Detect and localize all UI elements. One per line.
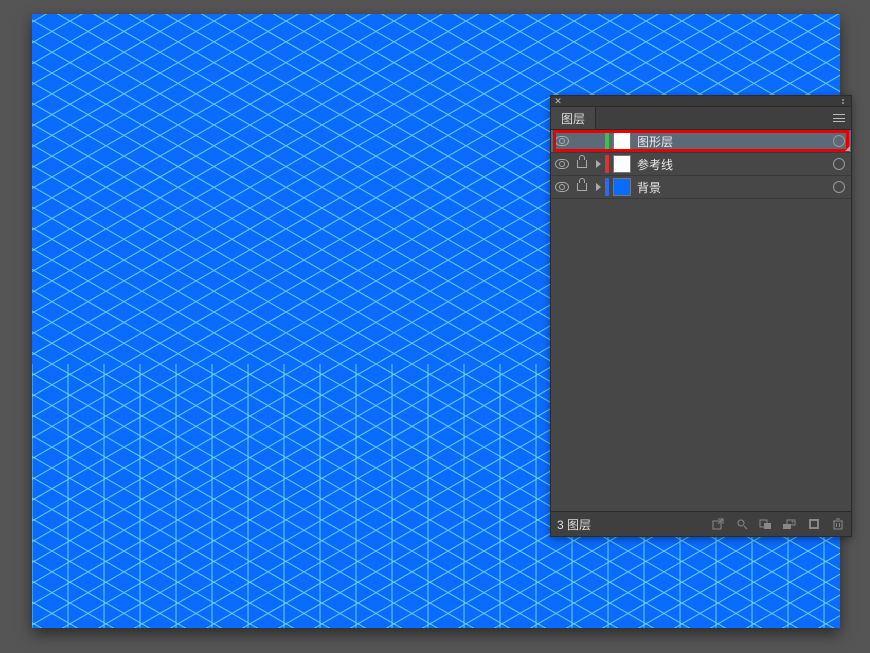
target-icon[interactable] [833, 135, 845, 147]
visibility-toggle[interactable] [551, 136, 573, 146]
export-icon[interactable] [711, 517, 725, 531]
selection-corner-icon [845, 146, 850, 151]
lock-toggle[interactable] [573, 160, 591, 168]
panel-tabbar: 图层 [551, 107, 851, 130]
panel-grip-icon [835, 99, 851, 104]
layers-panel[interactable]: ✕ 图层 图形层参考线背景 3 图层 + [550, 95, 852, 537]
panel-menu-button[interactable] [827, 107, 851, 129]
lock-toggle[interactable] [573, 183, 591, 191]
layer-list: 图形层参考线背景 [551, 130, 851, 199]
visibility-toggle[interactable] [551, 182, 573, 192]
eye-icon [555, 136, 569, 146]
layer-name[interactable]: 背景 [637, 179, 661, 196]
chevron-right-icon [596, 183, 601, 191]
layer-thumbnail[interactable] [613, 178, 631, 196]
tab-layers[interactable]: 图层 [551, 107, 596, 129]
layer-name[interactable]: 参考线 [637, 156, 673, 173]
layer-thumbnail[interactable] [613, 155, 631, 173]
locate-icon[interactable] [735, 517, 749, 531]
expand-toggle[interactable] [591, 160, 605, 168]
hamburger-icon [833, 114, 845, 122]
svg-text:+: + [791, 520, 795, 526]
close-icon[interactable]: ✕ [551, 96, 565, 106]
eye-icon [555, 182, 569, 192]
layer-color-stripe [605, 178, 609, 196]
chevron-right-icon [596, 160, 601, 168]
layer-color-stripe [605, 155, 609, 173]
layer-name[interactable]: 图形层 [637, 133, 673, 150]
layer-row[interactable]: 背景 [551, 176, 851, 199]
target-icon[interactable] [833, 181, 845, 193]
new-sublayer-icon[interactable]: + [783, 517, 797, 531]
app-stage: ✕ 图层 图形层参考线背景 3 图层 + [0, 0, 870, 653]
layer-thumbnail[interactable] [613, 132, 631, 150]
eye-icon [555, 159, 569, 169]
trash-icon[interactable] [831, 517, 845, 531]
lock-icon [577, 183, 587, 191]
layer-row[interactable]: 参考线 [551, 153, 851, 176]
panel-titlebar[interactable]: ✕ [551, 96, 851, 107]
expand-toggle[interactable] [591, 183, 605, 191]
layer-row[interactable]: 图形层 [551, 130, 851, 153]
target-icon[interactable] [833, 158, 845, 170]
visibility-toggle[interactable] [551, 159, 573, 169]
tab-label: 图层 [561, 110, 585, 127]
panel-footer: 3 图层 + [551, 511, 851, 536]
new-layer-icon[interactable] [807, 517, 821, 531]
lock-icon [577, 160, 587, 168]
layer-color-stripe [605, 132, 609, 150]
clip-mask-icon[interactable] [759, 517, 773, 531]
highlight-box [553, 130, 849, 152]
layer-count: 3 图层 [557, 516, 591, 533]
